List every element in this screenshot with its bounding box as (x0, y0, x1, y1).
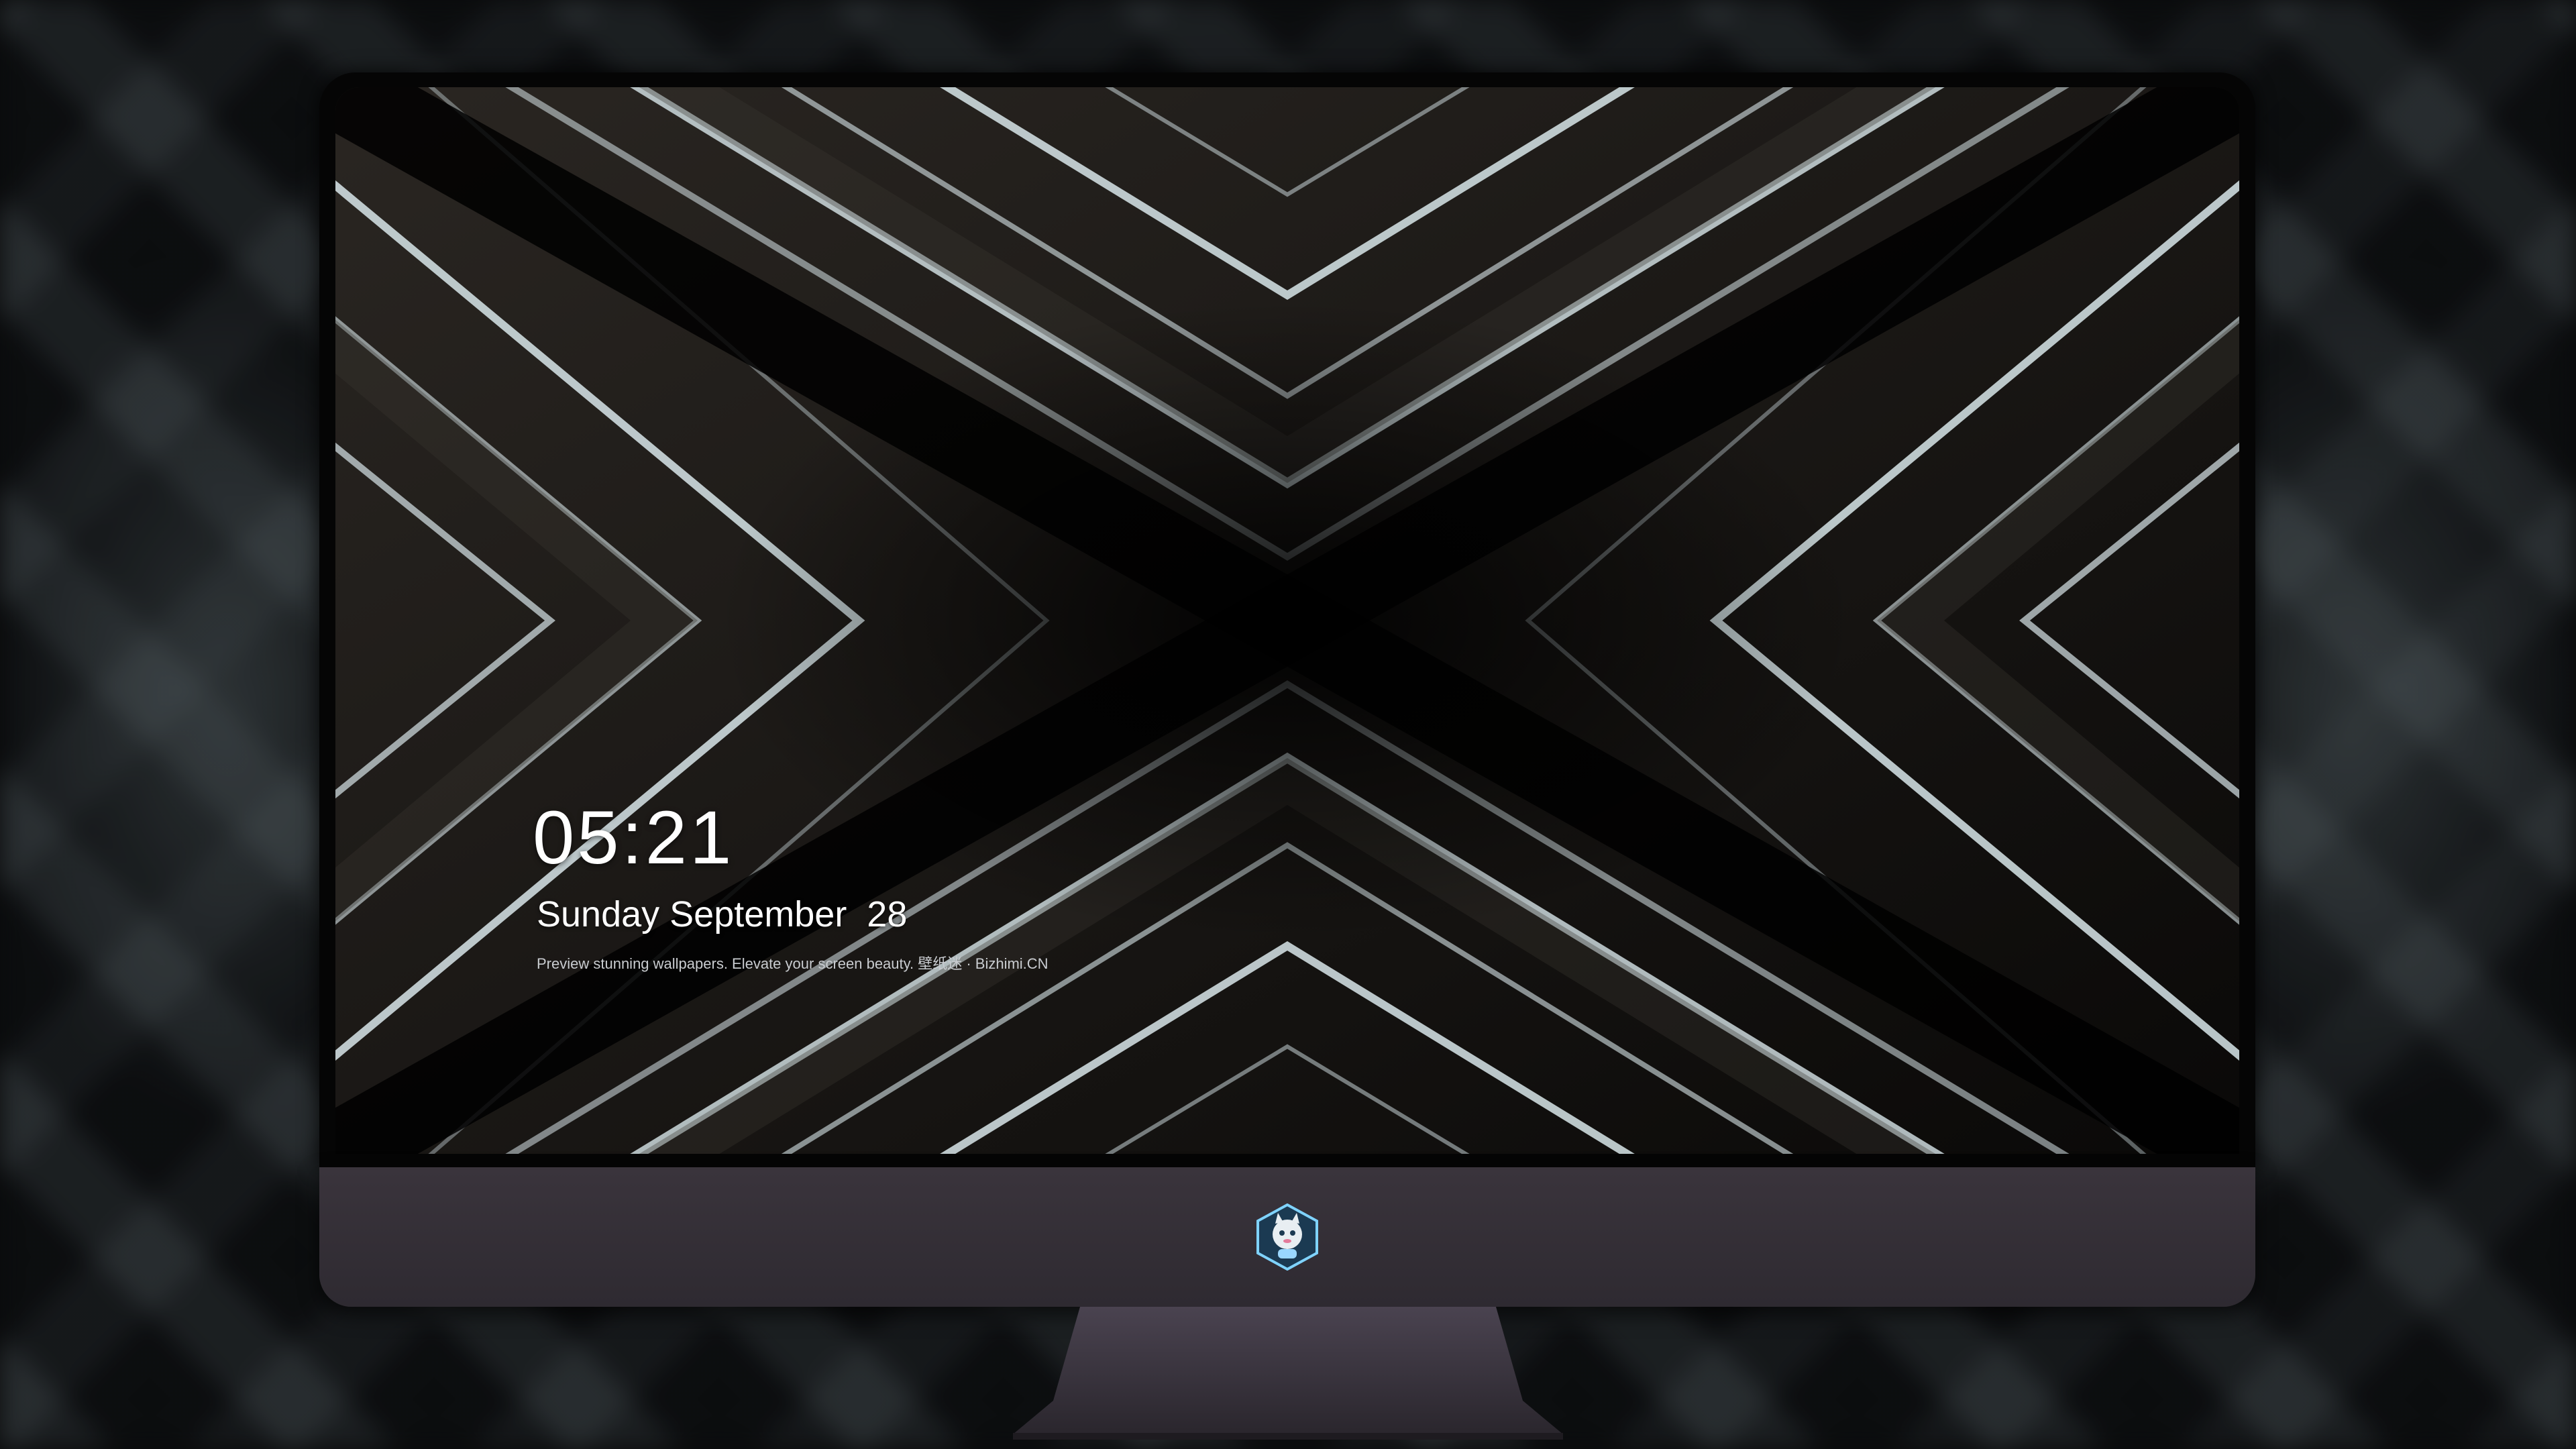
monitor: 05:21 Sunday September 28 Preview stunni… (319, 72, 2255, 1440)
lock-screen-date: Sunday September 28 (537, 894, 908, 934)
monitor-bezel: 05:21 Sunday September 28 Preview stunni… (319, 72, 2255, 1167)
monitor-stand (1013, 1307, 1563, 1440)
wallpaper-tagline: Preview stunning wallpapers. Elevate you… (537, 955, 1049, 972)
mascot-logo (1256, 1203, 1318, 1271)
screen: 05:21 Sunday September 28 Preview stunni… (335, 87, 2239, 1154)
lock-screen-time: 05:21 (533, 796, 735, 879)
wallpaper (335, 87, 2239, 1154)
